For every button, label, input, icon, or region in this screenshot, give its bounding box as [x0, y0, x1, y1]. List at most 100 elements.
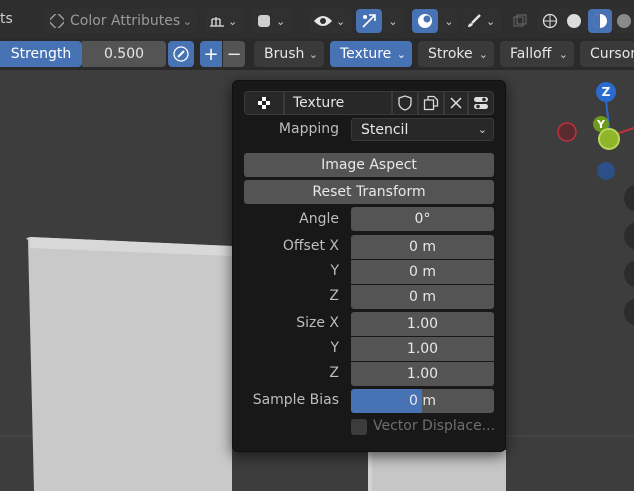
rendered-shading-icon[interactable]: [614, 11, 634, 31]
tool-settings-bar: Strength 0.500 + − Brush ⌄ Texture ⌄ Str…: [0, 38, 634, 70]
size-y-label: Y: [330, 340, 339, 356]
reset-transform-button[interactable]: Reset Transform: [244, 180, 494, 204]
stroke-label: Stroke: [428, 46, 473, 62]
sample-bias-slider[interactable]: 0 m: [351, 389, 494, 413]
vector-displacement-label: Vector Displace...: [373, 418, 496, 434]
strength-field[interactable]: 0.500: [82, 41, 166, 67]
texture-name: Texture: [293, 95, 345, 111]
reset-transform-label: Reset Transform: [312, 184, 426, 200]
pen-pressure-icon: [173, 46, 189, 62]
offset-y-label: Y: [330, 263, 339, 279]
chevron-down-icon: ⌄: [276, 14, 286, 28]
grid-ruler-icon: [206, 9, 228, 33]
chevron-down-icon: ⌄: [558, 47, 568, 61]
size-x-field[interactable]: 1.00: [351, 312, 494, 336]
plus-label: +: [203, 43, 219, 65]
chevron-down-icon: ⌄: [486, 14, 496, 28]
gizmo-arrow-icon: [361, 13, 377, 29]
angle-label: Angle: [299, 211, 339, 227]
chevron-down-icon: ⌄: [396, 47, 406, 61]
size-x-label: Size X: [296, 315, 339, 331]
brush-dropdown[interactable]: Brush ⌄: [254, 41, 324, 67]
unlink-texture-button[interactable]: [444, 91, 468, 115]
gizmo-center-ball: [598, 128, 620, 150]
gizmo-z-label: Z: [601, 85, 611, 99]
size-y-field[interactable]: 1.00: [351, 337, 494, 361]
chevron-down-icon: ⌄: [308, 47, 318, 61]
texture-dropdown[interactable]: Texture ⌄: [330, 41, 412, 67]
duplicate-texture-button[interactable]: [418, 91, 444, 115]
shading-buttons-group: [538, 9, 634, 33]
wireframe-shading-icon[interactable]: [540, 11, 560, 31]
texture-selector: Texture: [244, 91, 494, 115]
overlay-toggle-button[interactable]: [412, 9, 438, 33]
gizmo-axes: [557, 99, 634, 180]
strength-label-box[interactable]: Strength: [0, 41, 82, 67]
minus-label: −: [226, 43, 242, 65]
navigation-gizmo[interactable]: Z Y: [548, 78, 634, 198]
texture-popover: Texture Mapping Stencil ⌄ Image Aspect R…: [232, 80, 506, 452]
cursor-label: Cursor: [590, 46, 634, 62]
chevron-down-icon: ⌄: [477, 123, 487, 136]
fake-user-button[interactable]: [392, 91, 418, 115]
sphere-shading-icon: [252, 9, 276, 33]
subtract-mode-button[interactable]: −: [223, 41, 245, 67]
brush-label: Brush: [264, 46, 305, 62]
material-preview-shading-icon[interactable]: [588, 9, 612, 33]
chevron-down-icon: ⌄: [336, 14, 346, 28]
offset-x-field[interactable]: 0 m: [351, 235, 494, 259]
add-mode-button[interactable]: +: [200, 41, 222, 67]
falloff-label: Falloff: [510, 46, 552, 62]
overlay-dropdown[interactable]: ⌄: [438, 9, 460, 33]
xray-toggle-button[interactable]: [508, 9, 532, 33]
sample-bias-label: Sample Bias: [252, 392, 339, 408]
offset-y-value: 0 m: [409, 264, 436, 280]
angle-value: 0°: [414, 211, 431, 227]
cursor-dropdown[interactable]: Cursor: [580, 41, 634, 67]
toggle-settings-icon: [473, 95, 489, 111]
falloff-dropdown[interactable]: Falloff ⌄: [500, 41, 574, 67]
viewport-header: ts Color Attributes ⌄ ⌄ ⌄ ⌄ ⌄ ⌄ ⌄: [0, 0, 634, 38]
vector-displacement-checkbox[interactable]: [351, 419, 367, 435]
texture-name-field[interactable]: Texture: [284, 91, 392, 115]
gizmo-dropdown[interactable]: ⌄: [382, 9, 404, 33]
solid-shading-icon[interactable]: [564, 11, 584, 31]
strength-label: Strength: [10, 46, 72, 62]
image-aspect-label: Image Aspect: [321, 157, 417, 173]
visibility-dropdown[interactable]: ⌄: [310, 9, 352, 33]
texture-label: Texture: [340, 46, 392, 62]
texture-properties-button[interactable]: [468, 91, 494, 115]
size-z-value: 1.00: [406, 366, 439, 382]
strength-value: 0.500: [103, 46, 145, 62]
gizmo-z-axis-ball[interactable]: Z: [596, 82, 616, 102]
overlay-circles-icon: [416, 12, 434, 30]
gizmo-toggle-button[interactable]: [356, 9, 382, 33]
mapping-dropdown[interactable]: Stencil ⌄: [351, 118, 494, 141]
stroke-dropdown[interactable]: Stroke ⌄: [418, 41, 494, 67]
offset-z-field[interactable]: 0 m: [351, 285, 494, 309]
image-aspect-button[interactable]: Image Aspect: [244, 153, 494, 177]
chevron-down-icon: ⌄: [182, 14, 192, 28]
texture-preview-button[interactable]: [244, 91, 284, 115]
offset-x-label: Offset X: [282, 238, 339, 254]
snap-increment-dropdown[interactable]: ⌄: [206, 9, 244, 33]
eye-icon: [310, 9, 336, 33]
shading-mode-dropdown[interactable]: ⌄: [252, 9, 292, 33]
size-z-label: Z: [329, 365, 339, 381]
mapping-value: Stencil: [361, 121, 409, 138]
color-attributes-label: Color Attributes: [70, 13, 181, 29]
sample-bias-value: 0 m: [409, 393, 436, 409]
header-truncated-text: ts: [0, 11, 13, 27]
color-attributes-dropdown[interactable]: Color Attributes ⌄: [44, 9, 198, 33]
close-icon: [450, 97, 462, 109]
offset-y-field[interactable]: 0 m: [351, 260, 494, 284]
brush-overlay-dropdown[interactable]: ⌄: [462, 9, 502, 33]
chevron-down-icon: ⌄: [228, 14, 238, 28]
pressure-toggle-button[interactable]: [168, 41, 194, 67]
size-z-field[interactable]: 1.00: [351, 362, 494, 386]
mapping-label: Mapping: [278, 121, 339, 137]
angle-field[interactable]: 0°: [351, 207, 494, 231]
chevron-down-icon: ⌄: [388, 14, 398, 28]
texture-checker-icon: [257, 96, 271, 110]
brush-icon: [462, 9, 486, 33]
